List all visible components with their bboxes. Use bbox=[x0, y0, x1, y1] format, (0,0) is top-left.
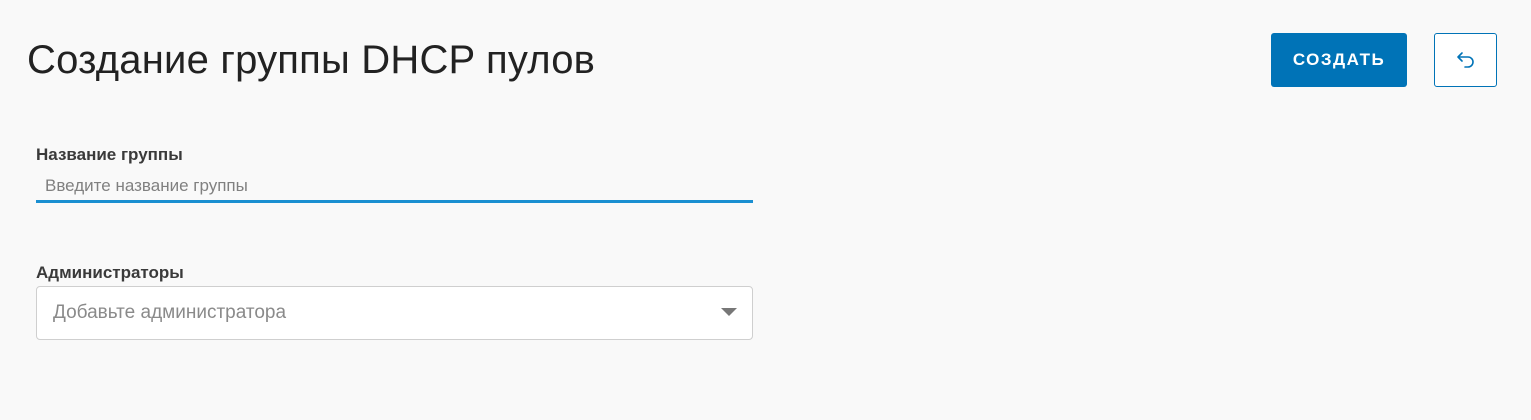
back-button[interactable] bbox=[1434, 33, 1497, 87]
administrators-label: Администраторы bbox=[36, 263, 184, 282]
page-title: Создание группы DHCP пулов bbox=[27, 38, 596, 82]
group-name-input[interactable] bbox=[36, 172, 753, 203]
group-name-label: Название группы bbox=[36, 145, 183, 164]
administrators-select[interactable]: Добавьте администратора bbox=[36, 286, 753, 340]
chevron-down-icon[interactable] bbox=[721, 308, 737, 316]
undo-arrow-icon bbox=[1456, 51, 1476, 69]
administrators-placeholder: Добавьте администратора bbox=[53, 302, 287, 323]
create-button[interactable]: СОЗДАТЬ bbox=[1271, 33, 1407, 87]
